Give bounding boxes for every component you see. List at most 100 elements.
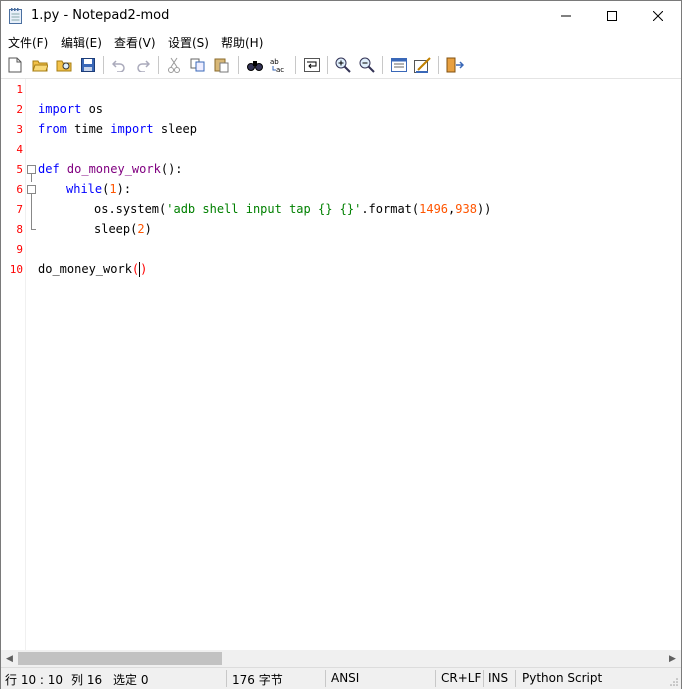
new-icon [8, 57, 22, 73]
menu-settings[interactable]: 设置(S) [168, 34, 209, 51]
status-separator [325, 670, 326, 687]
line-number: 1 [16, 83, 23, 96]
zoom-in-icon [335, 57, 351, 73]
maximize-icon [607, 11, 617, 21]
cut-icon [168, 57, 180, 73]
status-bar: 行 10 : 10 列 16 选定 0 176 字节 ANSI CR+LF IN… [1, 667, 681, 689]
fold-line [31, 194, 32, 230]
exit-icon [446, 57, 464, 73]
menu-help[interactable]: 帮助(H) [221, 34, 263, 51]
line-number: 4 [16, 143, 23, 156]
copy-button[interactable] [188, 55, 208, 75]
number-literal: 1496 [419, 202, 449, 216]
replace-button[interactable]: ab ac [269, 55, 289, 75]
status-lexer[interactable]: Python Script [522, 671, 602, 685]
browse-button[interactable] [54, 55, 74, 75]
function-name: do_money_work [59, 162, 161, 176]
line-number: 5 [16, 163, 23, 176]
status-column: 列 16 [71, 673, 103, 687]
status-line-ending[interactable]: CR+LF [441, 671, 481, 685]
customize-button[interactable] [413, 55, 433, 75]
menu-bar: 文件(F) 编辑(E) 查看(V) 设置(S) 帮助(H) [1, 31, 681, 52]
find-button[interactable] [245, 55, 265, 75]
notepad-window: 1.py - Notepad2-mod 文件(F) 编辑(E) 查看(V) 设置… [0, 0, 682, 689]
resize-grip-icon[interactable] [669, 676, 679, 686]
cut-button[interactable] [164, 55, 184, 75]
line-number: 10 [9, 263, 23, 276]
wordwrap-icon [304, 58, 320, 72]
scheme-button[interactable] [389, 55, 409, 75]
text-caret [139, 262, 141, 277]
code-text: time [66, 122, 111, 136]
toolbar-separator [103, 56, 104, 74]
keyword: def [38, 162, 60, 176]
status-insert-mode[interactable]: INS [488, 671, 508, 685]
line-number: 7 [16, 203, 23, 216]
zoom-in-button[interactable] [333, 55, 353, 75]
menu-edit[interactable]: 编辑(E) [61, 34, 102, 51]
fold-toggle-while[interactable] [27, 185, 36, 194]
zoom-out-button[interactable] [357, 55, 377, 75]
keyword: import [38, 102, 82, 116]
horizontal-scrollbar[interactable]: ◀ ▶ [1, 650, 681, 667]
customize-icon [414, 57, 431, 73]
status-selection: 选定 0 [113, 673, 149, 687]
chevron-left-icon: ◀ [6, 653, 13, 664]
menu-file[interactable]: 文件(F) [8, 34, 48, 51]
toolbar-separator [382, 56, 383, 74]
scroll-right-button[interactable]: ▶ [664, 650, 681, 667]
status-encoding[interactable]: ANSI [331, 671, 359, 685]
code-line-10: do_money_work() [38, 259, 147, 279]
fold-end [31, 229, 36, 230]
code-text: )) [476, 202, 492, 216]
toolbar-separator [295, 56, 296, 74]
code-text: ) [144, 222, 152, 236]
fold-toggle-def[interactable] [27, 165, 36, 174]
toolbar: ab ac [1, 52, 681, 79]
code-text: (): [160, 162, 183, 176]
new-button[interactable] [5, 55, 25, 75]
toolbar-separator [158, 56, 159, 74]
close-icon [653, 11, 663, 21]
find-icon [247, 61, 263, 71]
maximize-button[interactable] [589, 1, 635, 31]
scroll-left-button[interactable]: ◀ [1, 650, 18, 667]
line-number: 6 [16, 183, 23, 196]
code-text: do_money_work [38, 262, 132, 276]
menu-view[interactable]: 查看(V) [114, 34, 156, 51]
exit-button[interactable] [445, 55, 465, 75]
copy-icon [190, 58, 205, 72]
title-bar: 1.py - Notepad2-mod [1, 1, 681, 31]
status-size: 176 字节 [232, 673, 283, 687]
zoom-out-icon [359, 57, 375, 73]
code-text: ): [116, 182, 132, 196]
wordwrap-button[interactable] [302, 55, 322, 75]
line-number: 8 [16, 223, 23, 236]
code-line-3: from time import sleep [38, 119, 197, 139]
save-icon [81, 58, 95, 72]
chevron-right-icon: ▶ [669, 653, 676, 664]
scrollbar-thumb[interactable] [18, 652, 222, 665]
minimize-button[interactable] [543, 1, 589, 31]
brace-match: ( [131, 262, 140, 276]
undo-button[interactable] [109, 55, 129, 75]
open-button[interactable] [30, 55, 50, 75]
keyword: while [66, 182, 103, 196]
paste-button[interactable] [212, 55, 232, 75]
code-line-2: import os [38, 99, 103, 119]
toolbar-separator [438, 56, 439, 74]
save-button[interactable] [78, 55, 98, 75]
code-text: sleep [153, 122, 197, 136]
status-separator [435, 670, 436, 687]
status-separator [226, 670, 227, 687]
minimize-icon [561, 15, 571, 17]
code-text: .format( [361, 202, 420, 216]
notepad-app-icon [9, 8, 23, 24]
status-separator [515, 670, 516, 687]
status-separator [483, 670, 484, 687]
code-editor[interactable]: 1 2 3 4 5 6 7 8 9 10 import os from time… [1, 79, 681, 650]
redo-button[interactable] [133, 55, 153, 75]
number-literal: 938 [455, 202, 477, 216]
close-button[interactable] [635, 1, 681, 31]
string-literal: 'adb shell input tap {} {}' [166, 202, 362, 216]
